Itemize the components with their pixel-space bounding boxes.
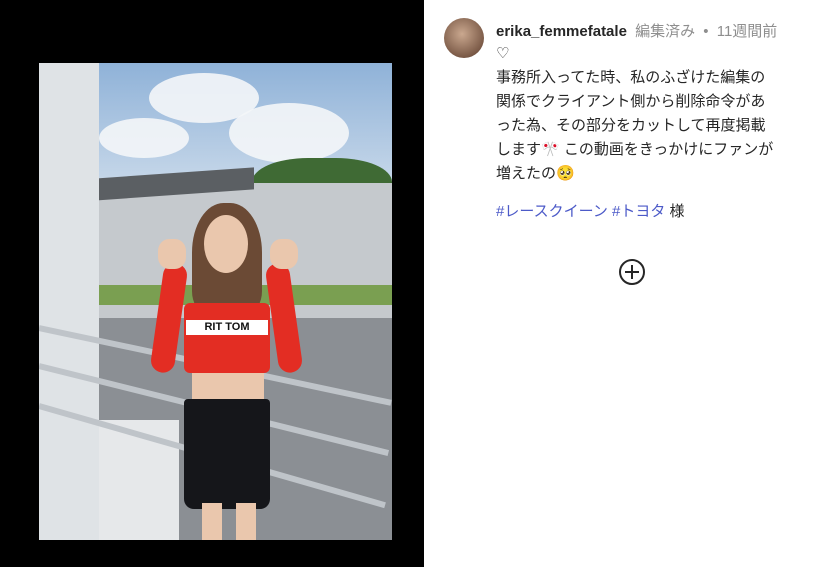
timestamp[interactable]: 11週間前 (717, 23, 778, 40)
person: RIT TOM (149, 203, 304, 540)
post-video[interactable]: RIT TOM (39, 63, 392, 540)
red-top (184, 303, 270, 373)
left-leg (202, 503, 222, 540)
pillar (39, 63, 99, 540)
media-panel: RIT TOM (0, 0, 424, 567)
caption-line: 事務所入ってた時、私のふざけた編集の (496, 69, 766, 86)
shirt-text: RIT TOM (186, 320, 268, 335)
comments-panel: erika_femmefatale 編集済み • 11週間前 ♡ 事務所入ってた… (424, 0, 823, 567)
caption: ♡ 事務所入ってた時、私のふざけた編集の 関係でクライアント側から削除命令があ … (496, 42, 822, 186)
separator: • (703, 23, 709, 40)
edited-label: 編集済み (635, 23, 696, 40)
caption-line: 関係でクライアント側から削除命令があ (496, 93, 766, 110)
hashtag-link[interactable]: #トヨタ (612, 203, 665, 220)
caption-line: 増えたの🥺 (496, 165, 575, 182)
right-hand (270, 239, 298, 269)
skirt (184, 399, 270, 509)
caption-line: ♡ (496, 45, 510, 62)
face (204, 215, 248, 273)
plus-circle-icon[interactable] (618, 258, 646, 286)
username-link[interactable]: erika_femmefatale (496, 23, 627, 40)
hashtag-line: #レースクイーン #トヨタ 様 (496, 200, 685, 224)
avatar[interactable] (444, 18, 484, 58)
caption-line: します🎌 この動画をきっかけにファンが (496, 141, 774, 158)
left-arm (149, 261, 189, 375)
left-hand (158, 239, 186, 269)
right-leg (236, 503, 256, 540)
post-header: erika_femmefatale 編集済み • 11週間前 (496, 20, 777, 41)
cloud (99, 118, 189, 158)
waist (192, 373, 264, 401)
hashtag-suffix: 様 (669, 203, 685, 220)
cloud (229, 103, 349, 163)
hashtag-link[interactable]: #レースクイーン (496, 203, 608, 220)
caption-line: った為、その部分をカットして再度掲載 (496, 117, 766, 134)
right-arm (264, 261, 304, 375)
